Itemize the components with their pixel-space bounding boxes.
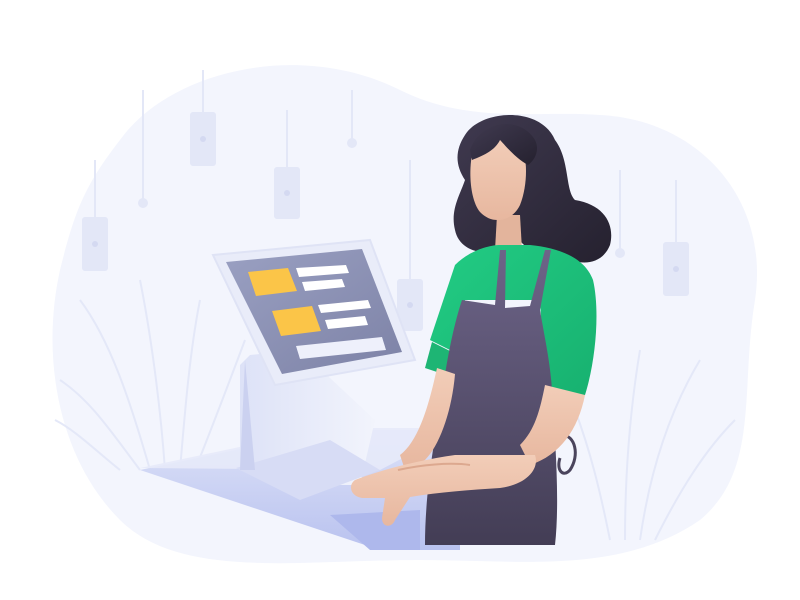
illustration-canvas [52, 65, 758, 564]
